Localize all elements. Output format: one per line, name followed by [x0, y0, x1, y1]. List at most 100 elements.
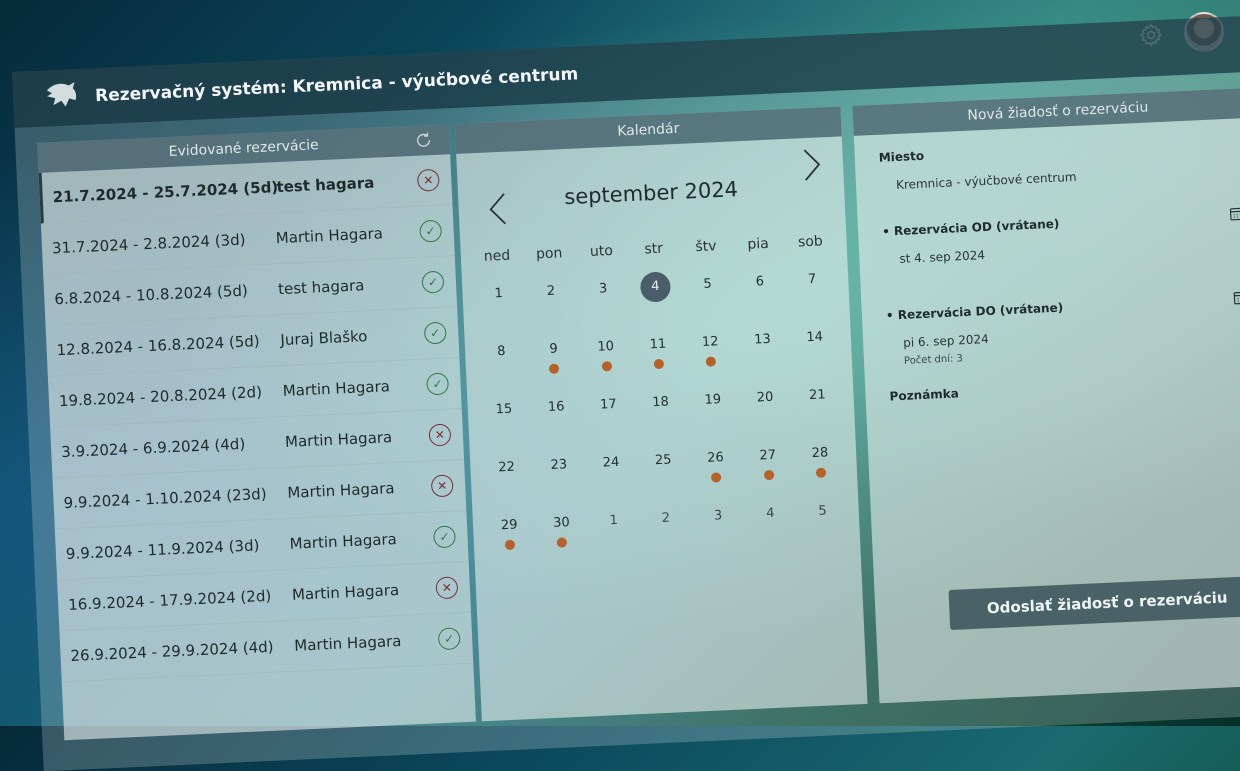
reservation-name: Martin Hagara [284, 428, 393, 451]
day-number: 11 [649, 336, 667, 353]
reservation-name: Martin Hagara [286, 479, 395, 502]
cancel-circle-icon[interactable]: ✕ [428, 423, 452, 447]
day-number: 5 [818, 503, 828, 519]
calendar-day[interactable]: 24 [584, 438, 639, 498]
logo-icon [46, 82, 77, 107]
calendar-day[interactable]: 28 [793, 429, 848, 489]
cancel-circle-icon[interactable]: ✕ [416, 168, 440, 192]
request-title: Nová žiadosť o rezerváciu [967, 99, 1149, 124]
calendar-day[interactable]: 27 [741, 431, 796, 491]
calendar-day[interactable]: 1 [586, 496, 641, 556]
check-circle-icon: ✓ [433, 525, 457, 549]
day-number: 4 [765, 505, 775, 522]
calendar-day[interactable]: 14 [788, 313, 843, 373]
calendar-day[interactable]: 7 [785, 255, 840, 315]
day-number: 9 [549, 341, 559, 357]
calendar-day[interactable]: 5 [680, 260, 735, 320]
reservation-dates: 12.8.2024 - 16.8.2024 (5d) [56, 332, 261, 360]
reservations-list: 21.7.2024 - 25.7.2024 (5d) test hagara ✕ 31… [38, 154, 474, 683]
calendar-day[interactable]: 3 [576, 264, 631, 324]
day-number: 20 [756, 389, 774, 406]
reservation-name: Juraj Blaško [280, 327, 368, 350]
submit-button[interactable]: Odoslať žiadosť o rezerváciu [948, 575, 1240, 631]
reservation-name: Martin Hagara [293, 631, 402, 655]
calendar-day[interactable]: 9 [526, 325, 581, 385]
calendar-day[interactable]: 21 [790, 371, 845, 431]
calendar-day[interactable]: 13 [735, 315, 790, 375]
calendar-day[interactable]: 4 [743, 489, 798, 549]
calendar-day[interactable]: 8 [474, 327, 529, 387]
reservation-marker [815, 467, 827, 478]
check-circle-icon: ✓ [421, 270, 445, 294]
calendar-day[interactable]: 22 [479, 443, 534, 503]
calendar-icon[interactable] [1229, 206, 1240, 221]
reservation-dates: 26.9.2024 - 29.9.2024 (4d) [70, 637, 274, 665]
day-number: 21 [808, 387, 826, 404]
day-number: 2 [661, 510, 671, 526]
day-number: 1 [494, 285, 504, 302]
day-number: 4 [639, 271, 672, 303]
calendar-icon[interactable] [1233, 290, 1240, 305]
cancel-circle-icon[interactable]: ✕ [435, 576, 459, 600]
calendar-day[interactable]: 16 [529, 382, 584, 442]
reservation-name: Martin Hagara [282, 377, 391, 401]
weekday-label: uto [589, 242, 614, 260]
day-number: 8 [496, 343, 506, 360]
calendar-day[interactable]: 17 [581, 380, 636, 440]
check-circle-icon: ✓ [437, 627, 461, 651]
reservation-name: Martin Hagara [291, 580, 400, 604]
reservation-marker [549, 363, 560, 374]
day-number: 5 [703, 276, 713, 292]
calendar-day[interactable]: 2 [639, 494, 694, 554]
calendar-title: Kalendár [616, 120, 680, 140]
calendar-day[interactable]: 4 [628, 262, 683, 322]
calendar-day[interactable]: 20 [738, 373, 793, 433]
day-number: 1 [609, 512, 619, 529]
day-number: 7 [807, 271, 817, 288]
place-value[interactable]: Kremnica - výučbové centrum [880, 162, 1240, 192]
calendar-day[interactable]: 23 [532, 440, 587, 500]
calendar-day[interactable]: 10 [579, 322, 634, 382]
from-value[interactable]: st 4. sep 2024 [883, 236, 1240, 266]
calendar-day[interactable]: 1 [472, 269, 527, 329]
calendar-day[interactable]: 6 [733, 257, 788, 317]
calendar-day[interactable]: 11 [631, 320, 686, 380]
reservation-name: Martin Hagara [289, 530, 398, 553]
reservation-marker [653, 358, 665, 370]
reservation-name: test hagara [277, 276, 365, 299]
calendar-day[interactable]: 5 [795, 487, 850, 547]
chevron-right-icon[interactable] [802, 147, 822, 182]
day-number: 22 [497, 459, 516, 476]
cancel-circle-icon[interactable]: ✕ [430, 474, 454, 498]
calendar-day[interactable]: 3 [691, 491, 746, 551]
calendar-day[interactable]: 29 [482, 501, 537, 561]
weekday-label: pon [535, 245, 563, 263]
day-number: 17 [599, 396, 618, 413]
day-number: 26 [706, 450, 725, 466]
day-number: 3 [713, 508, 723, 524]
day-number: 3 [598, 281, 608, 297]
calendar-day[interactable]: 18 [633, 378, 688, 438]
request-form: Miesto Kremnica - výučbové centrum Rezer… [854, 117, 1240, 416]
reservation-dates: 21.7.2024 - 25.7.2024 (5d) [52, 178, 279, 207]
day-number: 6 [755, 274, 765, 290]
day-number: 13 [753, 331, 772, 348]
reservation-name: Martin Hagara [275, 224, 384, 248]
month-label: september 2024 [563, 177, 739, 210]
from-row: Rezervácia OD (vrátane) [882, 204, 1240, 238]
app-window: Rezervačný systém: Kremnica - výučbové c… [12, 15, 1240, 771]
calendar-day[interactable]: 25 [636, 436, 691, 496]
weekday-label: pia [747, 235, 770, 253]
app-title: Rezervačný systém: Kremnica - výučbové c… [94, 64, 579, 107]
reservation-dates: 19.8.2024 - 20.8.2024 (2d) [58, 383, 263, 411]
reservation-marker [763, 469, 774, 481]
calendar-day[interactable]: 2 [524, 267, 579, 327]
calendar-day[interactable]: 12 [683, 317, 738, 377]
reservation-dates: 31.7.2024 - 2.8.2024 (3d) [51, 230, 246, 258]
calendar-day[interactable]: 26 [688, 433, 743, 493]
calendar-day[interactable]: 30 [534, 498, 589, 558]
calendar-day[interactable]: 15 [477, 385, 532, 445]
refresh-icon[interactable] [413, 130, 434, 151]
calendar-day[interactable]: 19 [686, 375, 741, 435]
day-number: 30 [552, 515, 571, 531]
